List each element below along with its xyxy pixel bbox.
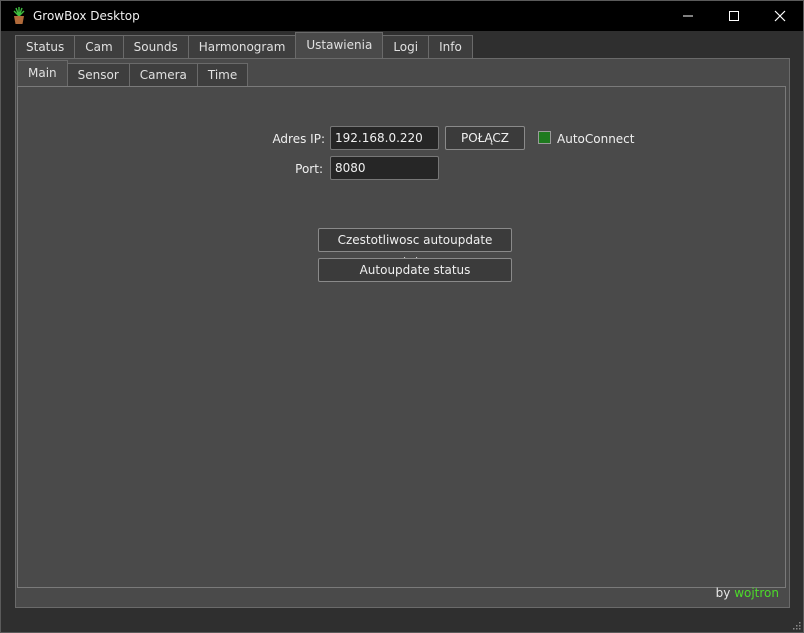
close-icon (774, 10, 786, 22)
credit-prefix: by (715, 586, 731, 600)
tab-ustawienia[interactable]: Ustawienia (295, 32, 384, 58)
tab-logi[interactable]: Logi (382, 35, 430, 58)
tab-sounds[interactable]: Sounds (122, 35, 189, 58)
window-title: GrowBox Desktop (33, 9, 140, 23)
author-credit: by wojtron (716, 586, 779, 600)
minimize-button[interactable] (665, 1, 711, 31)
subtab-main[interactable]: Main (17, 60, 68, 86)
subtab-camera[interactable]: Camera (128, 63, 198, 86)
maximize-button[interactable] (711, 1, 757, 31)
maximize-icon (729, 11, 739, 21)
main-tab-bar: Status Cam Sounds Harmonogram Ustawienia… (15, 32, 473, 59)
port-label: Port: (295, 162, 323, 176)
minimize-icon (683, 15, 693, 17)
tab-status[interactable]: Status (15, 35, 76, 58)
title-bar[interactable]: GrowBox Desktop (1, 1, 803, 31)
autoupdate-status-button[interactable]: Autoupdate status (318, 258, 512, 282)
autoconnect-checkbox[interactable] (538, 131, 551, 144)
resize-grip-icon[interactable] (791, 620, 801, 630)
tab-info[interactable]: Info (428, 35, 473, 58)
credit-author: wojtron (734, 586, 779, 600)
autoconnect-label: AutoConnect (557, 132, 635, 146)
tab-cam[interactable]: Cam (74, 35, 124, 58)
connect-button[interactable]: POŁĄCZ (445, 126, 525, 150)
tab-harmonogram[interactable]: Harmonogram (187, 35, 297, 58)
plant-pot-icon (13, 7, 25, 24)
ip-label: Adres IP: (272, 132, 325, 146)
app-window: GrowBox Desktop Status Cam Sounds Harmon… (0, 0, 804, 633)
close-button[interactable] (757, 1, 803, 31)
port-input[interactable]: 8080 (330, 156, 439, 180)
ip-address-input[interactable]: 192.168.0.220 (330, 126, 439, 150)
subtab-sensor[interactable]: Sensor (66, 63, 130, 86)
subtab-time[interactable]: Time (196, 63, 249, 86)
settings-sub-tab-bar: Main Sensor Camera Time (17, 60, 249, 87)
autoupdate-frequency-button[interactable]: Czestotliwosc autoupdate status (318, 228, 512, 269)
